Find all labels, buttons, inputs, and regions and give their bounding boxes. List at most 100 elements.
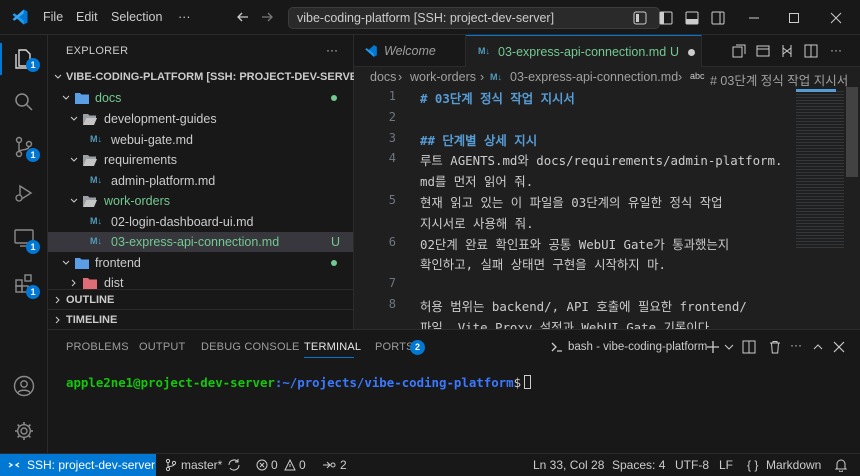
tree-folder-frontend[interactable]: frontend [48,253,353,273]
tree-label: requirements [104,153,177,167]
notifications-bell-icon[interactable] [834,458,848,472]
warning-icon[interactable] [284,459,296,471]
menu-file[interactable]: File [43,10,63,24]
new-terminal-icon[interactable] [706,340,720,354]
vscode-logo-icon [11,8,29,26]
code-line[interactable]: 허용 범위는 backend/, API 호출에 필요한 frontend/ [420,297,747,315]
tree-file-03-express-api-connection[interactable]: M↓ 03-express-api-connection.md U [48,232,353,252]
cursor-position[interactable]: Ln 33, Col 28 [533,458,604,472]
tab-output[interactable]: OUTPUT [139,341,185,353]
encoding[interactable]: UTF-8 [675,458,709,472]
breadcrumb-separator: › [480,70,485,84]
terminal-name[interactable]: bash - vibe-coding-platform [568,341,707,353]
menu-more[interactable]: ··· [178,10,191,24]
explorer-more-button[interactable]: ··· [326,43,338,57]
ports-forwarded-icon[interactable] [322,459,336,471]
outline-section[interactable]: OUTLINE [48,289,353,309]
kill-terminal-trash-icon[interactable] [768,340,782,354]
code-line[interactable]: md를 먼저 읽어 줘. [420,172,533,190]
code-line[interactable]: 파일, Vite Proxy 설정과 WebUI Gate 기록이다. [420,318,717,329]
branch-name[interactable]: master* [181,458,222,472]
code-line[interactable]: 02단계 완료 확인표와 공통 WebUI Gate가 통과했는지 [420,235,729,253]
toggle-panel-icon[interactable] [684,10,700,26]
error-icon[interactable] [256,459,268,471]
code-line[interactable]: # 03단계 정식 작업 지시서 [420,89,575,107]
code-line[interactable]: 지시서로 사용해 줘. [420,214,534,232]
line-number: 8 [388,297,396,311]
breadcrumb-docs[interactable]: docs [370,70,396,84]
end-of-line[interactable]: LF [719,458,733,472]
maximize-panel-icon[interactable] [812,340,824,354]
split-editor-icon[interactable] [804,44,818,58]
error-count[interactable]: 0 [271,458,278,472]
remote-indicator[interactable]: SSH: project-dev-server [0,454,156,476]
tree-folder-development-guides[interactable]: development-guides [48,109,353,129]
run-debug-icon[interactable] [12,181,36,205]
breadcrumb-file[interactable]: 03-express-api-connection.md [510,70,678,84]
chevron-down-icon[interactable] [724,340,734,354]
workspace-root[interactable]: VIBE-CODING-PLATFORM [SSH: PROJECT-DEV-S… [48,67,369,87]
tab-03-express-api-connection[interactable]: M↓ 03-express-api-connection.md U [466,35,702,67]
close-icon[interactable] [828,10,844,26]
indentation[interactable]: Spaces: 4 [612,458,665,472]
warning-count[interactable]: 0 [299,458,306,472]
code-line[interactable]: 확인하고, 실패 상태면 구현을 시작하지 마. [420,255,666,273]
tab-ports[interactable]: PORTS [375,341,414,353]
open-preview-icon[interactable] [756,44,770,58]
forward-arrow-icon[interactable] [260,10,274,24]
symbol-string-icon: abc [690,71,705,81]
tree-file-webui-gate[interactable]: M↓ webui-gate.md [48,130,353,150]
editor-more-button[interactable]: ··· [830,43,842,57]
tree-folder-requirements[interactable]: requirements [48,150,353,170]
tree-label: 02-login-dashboard-ui.md [111,215,254,229]
outline-label: OUTLINE [66,294,115,306]
accounts-icon[interactable] [12,374,36,398]
forwarded-ports-count[interactable]: 2 [340,458,347,472]
sync-icon[interactable] [227,458,241,472]
tab-terminal[interactable]: TERMINAL [304,341,361,353]
panel-more-button[interactable]: ··· [790,338,802,352]
tree-folder-work-orders[interactable]: work-orders [48,191,353,211]
terminal-prompt[interactable]: apple2ne1@project-dev-server:~/projects/… [66,375,532,390]
code-editor[interactable]: 1 # 03단계 정식 작업 지시서 2 3 ## 단계별 상세 지시 4 루트 AGENT… [354,87,860,329]
menu-edit[interactable]: Edit [76,10,98,24]
timeline-section[interactable]: TIMELINE [48,309,353,329]
command-center[interactable]: vibe-coding-platform [SSH: project-dev-s… [288,7,660,29]
copilot-icon[interactable] [632,10,648,26]
tree-label: frontend [95,256,141,270]
toggle-secondary-sidebar-icon[interactable] [710,10,726,26]
prompt-path: :~/projects/vibe-coding-platform [274,375,514,390]
breadcrumb-work-orders[interactable]: work-orders [410,70,476,84]
minimize-icon[interactable] [746,10,762,26]
code-line[interactable]: ## 단계별 상세 지시 [420,131,537,149]
search-icon[interactable] [12,90,36,114]
tab-problems[interactable]: PROBLEMS [66,341,129,353]
code-line[interactable]: 현재 읽고 있는 이 파일을 03단계의 유일한 정식 작업 [420,193,723,211]
breadcrumb-symbol[interactable]: # 03단계 정식 작업 지시서 [710,70,848,87]
tree-file-02-login-dashboard-ui[interactable]: M↓ 02-login-dashboard-ui.md [48,212,353,232]
tab-welcome[interactable]: Welcome [354,35,466,67]
tree-file-admin-platform[interactable]: M↓ admin-platform.md [48,171,353,191]
language-mode[interactable]: Markdown [766,458,821,472]
unsaved-dot-icon[interactable] [688,49,695,56]
close-panel-icon[interactable] [832,340,846,354]
active-indicator [0,43,2,75]
code-line[interactable]: 루트 AGENTS.md와 docs/requirements/admin-pl… [420,151,782,169]
minimap[interactable] [794,87,846,329]
menu-selection[interactable]: Selection [111,10,162,24]
activity-bar: 1 1 1 1 [0,35,48,453]
settings-gear-icon[interactable] [12,419,36,443]
tree-folder-docs[interactable]: docs [48,88,353,108]
open-changes-icon[interactable] [732,44,746,58]
remote-label: SSH: project-dev-server [27,458,156,472]
toggle-sidebar-icon[interactable] [658,10,674,26]
tab-debug-console[interactable]: DEBUG CONSOLE [201,341,300,353]
editor-tab-bar: Welcome M↓ 03-express-api-connection.md … [354,35,860,67]
back-arrow-icon[interactable] [236,10,250,24]
maximize-icon[interactable] [786,10,802,26]
split-terminal-icon[interactable] [742,340,756,354]
folder-dist-icon [83,278,97,289]
editor-scrollbar[interactable] [846,87,858,177]
remote-explorer-badge: 1 [26,240,40,254]
compare-icon[interactable] [780,44,794,58]
